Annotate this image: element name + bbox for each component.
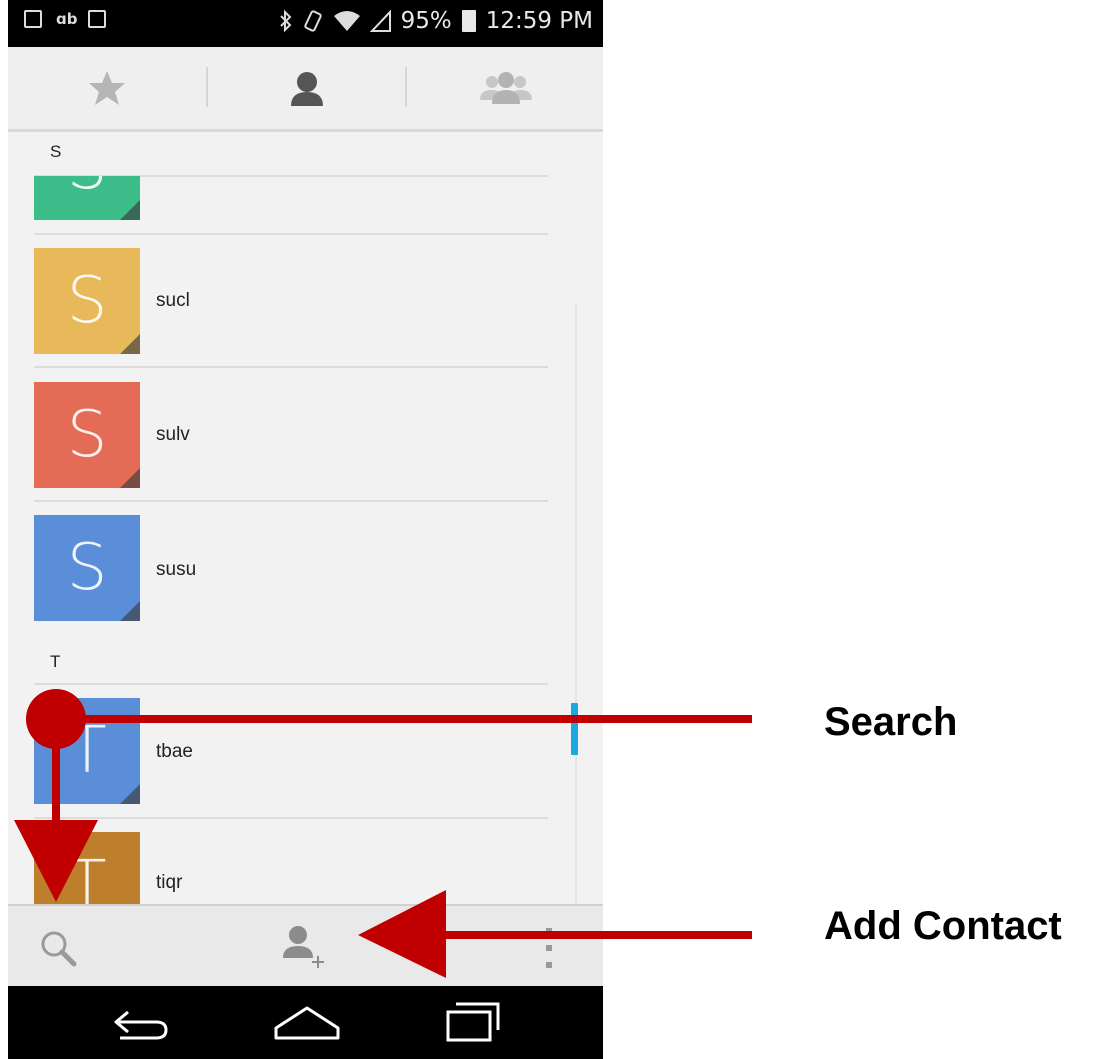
search-annotation-label: Search <box>824 700 958 744</box>
add-contact-arrowhead <box>358 890 446 978</box>
add-contact-annotation-label: Add Contact <box>824 904 1062 948</box>
search-arrowhead <box>14 820 98 902</box>
annotation-overlay <box>14 689 752 978</box>
